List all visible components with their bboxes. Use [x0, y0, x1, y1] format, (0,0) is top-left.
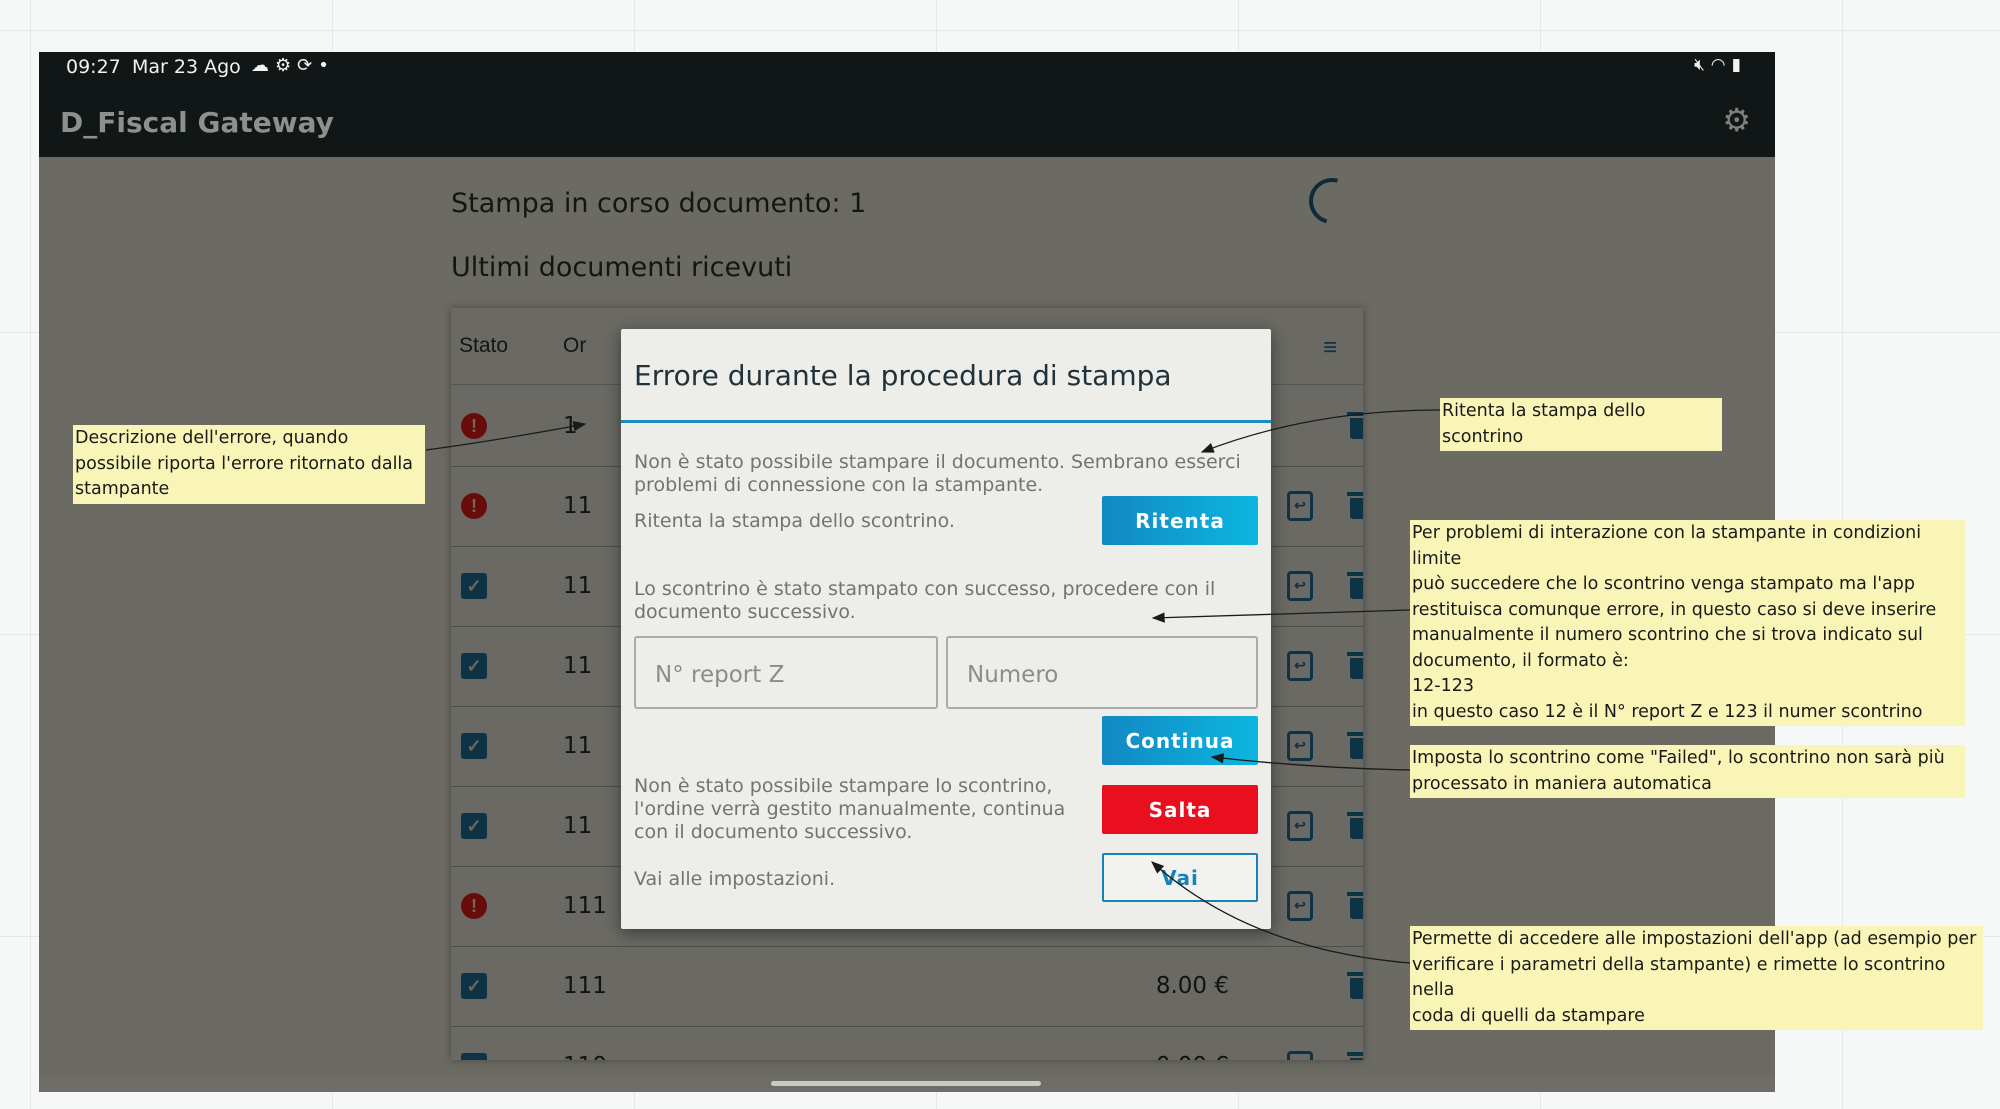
trash-icon[interactable]: [1347, 730, 1363, 760]
note-line: manualmente il numero scontrino che si t…: [1412, 625, 1923, 645]
column-header-status: Stato: [459, 334, 509, 357]
status-bar: 09:27 Mar 23 Ago ☁⚙⟳• 🔇︎◠▮: [39, 52, 1775, 82]
row-order-number: 11: [563, 813, 593, 839]
note-line: in questo caso 12 è il N° report Z e 123…: [1412, 701, 1923, 722]
printing-status-label: Stampa in corso documento: 1: [451, 188, 867, 219]
reprint-icon[interactable]: ↩: [1287, 491, 1313, 521]
row-order-number: 11: [563, 573, 593, 599]
row-order-number: 111: [563, 973, 607, 999]
row-order-number: 110: [563, 1053, 607, 1060]
battery-icon: ▮: [1731, 55, 1747, 75]
note-line: può succedere che lo scontrino venga sta…: [1412, 574, 1915, 594]
success-status-icon: ✓: [461, 733, 487, 759]
trash-icon[interactable]: [1347, 1050, 1363, 1060]
trash-icon[interactable]: [1347, 810, 1363, 840]
table-row[interactable]: ✓ 110 0.00 € ↩: [451, 1026, 1363, 1060]
success-description: Lo scontrino è stato stampato con succes…: [634, 578, 1216, 623]
success-status-icon: ✓: [461, 973, 487, 999]
success-status-icon: ✓: [461, 813, 487, 839]
cloud-icon: ☁: [251, 55, 275, 76]
row-order-number: 111: [563, 893, 607, 919]
continue-button[interactable]: Continua: [1102, 716, 1258, 765]
row-order-number: 11: [563, 733, 593, 759]
trash-icon[interactable]: [1347, 970, 1363, 1000]
note-skip: Imposta lo scontrino come "Failed", lo s…: [1410, 745, 1965, 798]
settings-description: Vai alle impostazioni.: [634, 868, 836, 890]
trash-icon[interactable]: [1347, 570, 1363, 600]
row-amount: 0.00 €: [1156, 1053, 1229, 1060]
filter-icon[interactable]: ≡: [1323, 334, 1337, 362]
success-status-icon: ✓: [461, 1053, 487, 1060]
note-line: verificare i parametri della stampante) …: [1412, 954, 1946, 1001]
trash-icon[interactable]: [1347, 650, 1363, 680]
reprint-icon[interactable]: ↩: [1287, 731, 1313, 761]
trash-icon[interactable]: [1347, 490, 1363, 520]
row-order-number: 11: [563, 653, 593, 679]
note-line: Imposta lo scontrino come "Failed", lo s…: [1412, 748, 1945, 768]
row-amount: 8.00 €: [1155, 973, 1229, 999]
note-line: Per problemi di interazione con la stamp…: [1412, 523, 1922, 569]
app-title: D_Fiscal Gateway: [60, 106, 334, 139]
note-line: 12-123: [1412, 676, 1474, 696]
row-order-number: 11: [563, 493, 593, 519]
status-time: 09:27: [66, 56, 121, 78]
dot-icon: •: [318, 55, 335, 76]
table-row[interactable]: ✓ 111 8.00 €: [451, 946, 1363, 1027]
note-line: processato in maniera automatica: [1412, 773, 1712, 794]
reprint-icon[interactable]: ↩: [1287, 811, 1313, 841]
error-description: Non è stato possibile stampare il docume…: [634, 451, 1241, 496]
column-header-order: Or: [563, 334, 587, 357]
note-settings: Permette di accedere alle impostazioni d…: [1410, 926, 1983, 1030]
print-error-dialog: Errore durante la procedura di stampa No…: [621, 329, 1271, 929]
retry-description: Ritenta la stampa dello scontrino.: [634, 510, 955, 532]
success-status-icon: ✓: [461, 573, 487, 599]
wifi-icon: ◠: [1710, 55, 1732, 75]
recent-documents-title: Ultimi documenti ricevuti: [451, 252, 793, 283]
row-order-number: 1: [563, 413, 578, 439]
dialog-title: Errore durante la procedura di stampa: [634, 359, 1172, 392]
sync-icon: ⟳: [297, 55, 319, 76]
reprint-icon[interactable]: ↩: [1287, 891, 1313, 921]
success-status-icon: ✓: [461, 653, 487, 679]
reprint-icon[interactable]: ↩: [1287, 651, 1313, 681]
note-retry: Ritenta la stampa dello scontrino: [1440, 398, 1722, 451]
retry-button[interactable]: Ritenta: [1102, 496, 1258, 545]
error-status-icon: !: [461, 413, 487, 439]
settings-icon: ⚙: [275, 55, 298, 76]
skip-description: Non è stato possibile stampare lo scontr…: [634, 775, 1066, 843]
error-status-icon: !: [461, 493, 487, 519]
reprint-icon[interactable]: ↩: [1287, 1051, 1313, 1060]
note-manual-number: Per problemi di interazione con la stamp…: [1410, 520, 1965, 726]
note-line: documento, il formato è:: [1412, 650, 1629, 671]
mute-icon: 🔇︎: [1694, 55, 1711, 75]
status-right-icons: 🔇︎◠▮: [1694, 55, 1747, 75]
error-status-icon: !: [461, 893, 487, 919]
report-z-input[interactable]: N° report Z: [634, 636, 938, 709]
trash-icon[interactable]: [1347, 890, 1363, 920]
loading-spinner-icon: [1300, 169, 1364, 233]
receipt-number-input[interactable]: Numero: [946, 636, 1258, 709]
gear-icon[interactable]: ⚙: [1722, 104, 1751, 136]
status-date: Mar 23 Ago: [132, 56, 241, 78]
note-line: restituisca comunque errore, in questo c…: [1412, 599, 1937, 620]
navigation-handle[interactable]: [771, 1081, 1041, 1086]
app-bar: D_Fiscal Gateway ⚙: [39, 82, 1775, 157]
reprint-icon[interactable]: ↩: [1287, 571, 1313, 601]
trash-icon[interactable]: [1347, 410, 1363, 440]
dialog-title-divider: [621, 420, 1271, 423]
status-left-icons: ☁⚙⟳•: [251, 55, 335, 76]
note-line: coda di quelli da stampare: [1412, 1005, 1645, 1026]
note-line: Permette di accedere alle impostazioni d…: [1412, 929, 1977, 949]
skip-button[interactable]: Salta: [1102, 785, 1258, 834]
go-to-settings-button[interactable]: Vai: [1102, 853, 1258, 902]
note-error-description: Descrizione dell'errore, quando possibil…: [73, 425, 425, 504]
